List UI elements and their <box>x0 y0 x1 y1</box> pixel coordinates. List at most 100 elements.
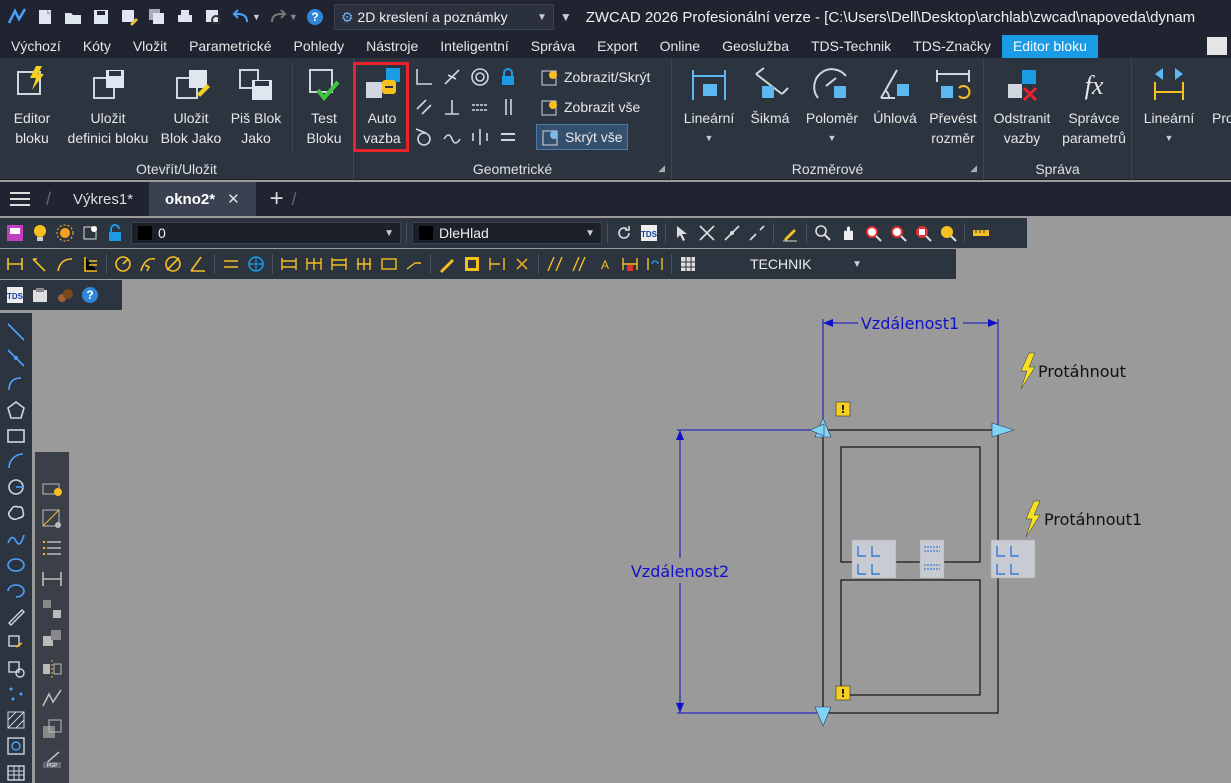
action-stretch-label[interactable]: Protáhnout <box>1038 362 1126 381</box>
dim-edit-icon[interactable] <box>436 253 458 275</box>
param-top-label[interactable]: Vzdálenost1 <box>861 314 959 333</box>
tab-vykres1[interactable]: Výkres1* <box>57 182 149 216</box>
grip-bottom[interactable] <box>814 706 832 727</box>
dim-oblique-icon[interactable] <box>544 253 566 275</box>
hatch-icon[interactable] <box>5 709 27 731</box>
arc-icon[interactable] <box>5 450 27 472</box>
circle-icon[interactable] <box>5 476 27 498</box>
refresh-icon[interactable] <box>613 222 635 244</box>
polygon-icon[interactable] <box>5 399 27 421</box>
save-block-as-button[interactable]: Uložit Blok Jako <box>158 64 224 148</box>
match-prop-icon[interactable] <box>779 222 801 244</box>
tab-tds-technik[interactable]: TDS-Technik <box>800 35 902 58</box>
symmetric-icon[interactable] <box>468 125 492 149</box>
dim-override-icon[interactable] <box>511 253 533 275</box>
save-icon[interactable] <box>90 6 112 28</box>
param-left-label[interactable]: Vzdálenost2 <box>631 562 729 581</box>
test-block-button[interactable]: Test Bloku <box>296 64 352 148</box>
tab-pohledy[interactable]: Pohledy <box>283 35 356 58</box>
dim-angular-icon[interactable] <box>187 253 209 275</box>
lock-icon[interactable] <box>104 222 126 244</box>
radius-dim-button[interactable]: Poloměr ▼ <box>800 64 864 148</box>
tab-parametricke[interactable]: Parametrické <box>178 35 282 58</box>
extend-icon[interactable] <box>721 222 743 244</box>
aligned-dim-button[interactable]: Šikmá <box>744 64 796 128</box>
save-as-icon[interactable] <box>118 6 140 28</box>
dim-linear-icon[interactable] <box>4 253 26 275</box>
break-icon[interactable] <box>746 222 768 244</box>
boundary-icon[interactable] <box>5 735 27 757</box>
dim-update-icon[interactable] <box>486 253 508 275</box>
zoom-prev-icon[interactable] <box>937 222 959 244</box>
redo-icon[interactable] <box>267 6 289 28</box>
parameters-manager-button[interactable]: fx Správce parametrů <box>1058 64 1130 148</box>
zoom-in-icon[interactable] <box>862 222 884 244</box>
point-icon[interactable] <box>5 683 27 705</box>
fix-icon[interactable] <box>496 65 520 89</box>
dim-style-icon[interactable] <box>677 253 699 275</box>
smooth-icon[interactable] <box>440 125 464 149</box>
add-tab-icon[interactable]: + <box>270 185 284 213</box>
dim-baseline-icon[interactable] <box>278 253 300 275</box>
hide-all-button[interactable]: Skrýt vše <box>536 124 628 150</box>
undo-icon[interactable] <box>230 6 252 28</box>
zoom-realtime-icon[interactable] <box>812 222 834 244</box>
trim-icon[interactable] <box>696 222 718 244</box>
sun-icon[interactable] <box>54 222 76 244</box>
tab-editor-bloku[interactable]: Editor bloku <box>1001 35 1098 58</box>
xline-icon[interactable] <box>5 347 27 369</box>
dim-break-icon[interactable] <box>353 253 375 275</box>
concentric-icon[interactable] <box>468 65 492 89</box>
write-block-button[interactable]: Piš Blok Jako <box>226 64 286 148</box>
customize-qa-icon[interactable]: ▼ <box>560 10 572 24</box>
tab-inteligentni[interactable]: Inteligentní <box>429 35 520 58</box>
dim-radius-icon[interactable] <box>112 253 134 275</box>
vertical-icon[interactable] <box>496 95 520 119</box>
dim-aligned-icon[interactable] <box>29 253 51 275</box>
partial-button[interactable]: Pro <box>1212 64 1231 128</box>
layer-freeze-icon[interactable] <box>79 222 101 244</box>
table-icon[interactable] <box>5 761 27 783</box>
revcloud-icon[interactable] <box>5 502 27 524</box>
center-mark-icon[interactable] <box>245 253 267 275</box>
tab-koty[interactable]: Kóty <box>72 35 122 58</box>
dim-ordinate-icon[interactable] <box>79 253 101 275</box>
menu-icon[interactable] <box>0 191 40 207</box>
layer-select[interactable]: 0 ▼ <box>131 222 401 244</box>
dim-reassoc-icon[interactable] <box>619 253 641 275</box>
save-block-def-button[interactable]: Uložit definici bloku <box>60 64 156 148</box>
dim-quick-icon[interactable] <box>220 253 242 275</box>
layer-manager-icon[interactable] <box>4 222 26 244</box>
dim-diameter-icon[interactable] <box>162 253 184 275</box>
tolerance-icon[interactable] <box>378 253 400 275</box>
color-select[interactable]: DleHlad ▼ <box>412 222 602 244</box>
dim-text-edit-icon[interactable] <box>461 253 483 275</box>
delete-constraints-button[interactable]: Odstranit vazby <box>986 64 1058 148</box>
linear-param-button[interactable]: Lineární ▼ <box>1138 64 1200 148</box>
close-icon[interactable]: ✕ <box>227 190 240 208</box>
tab-vychozi[interactable]: Výchozí <box>0 35 72 58</box>
dim-jogged-icon[interactable] <box>137 253 159 275</box>
dim-space-icon[interactable] <box>328 253 350 275</box>
tab-okno2[interactable]: okno2* ✕ <box>149 182 256 216</box>
zoom-window-icon[interactable] <box>912 222 934 244</box>
rectangle-icon[interactable] <box>5 425 27 447</box>
region-icon[interactable] <box>5 658 27 680</box>
print-icon[interactable] <box>174 6 196 28</box>
tds-logo-icon[interactable]: TDS <box>4 284 26 306</box>
dropdown-icon[interactable]: ▼ <box>678 128 740 148</box>
tds-tools-icon[interactable] <box>29 284 51 306</box>
convert-dim-button[interactable]: Převést rozměr <box>926 64 980 148</box>
constraint-bar-center[interactable] <box>919 539 945 579</box>
tds-materials-icon[interactable] <box>54 284 76 306</box>
horizontal-icon[interactable] <box>468 95 492 119</box>
tab-online[interactable]: Online <box>649 35 711 58</box>
show-hide-button[interactable]: Zobrazit/Skrýt <box>536 64 654 90</box>
collinear-icon[interactable] <box>440 65 464 89</box>
equal-icon[interactable] <box>496 125 520 149</box>
new-icon[interactable] <box>34 6 56 28</box>
dim-regen-icon[interactable] <box>644 253 666 275</box>
linear-dim-button[interactable]: Lineární ▼ <box>678 64 740 148</box>
tab-tds-znacky[interactable]: TDS-Značky <box>902 35 1002 58</box>
ellipse-icon[interactable] <box>5 554 27 576</box>
